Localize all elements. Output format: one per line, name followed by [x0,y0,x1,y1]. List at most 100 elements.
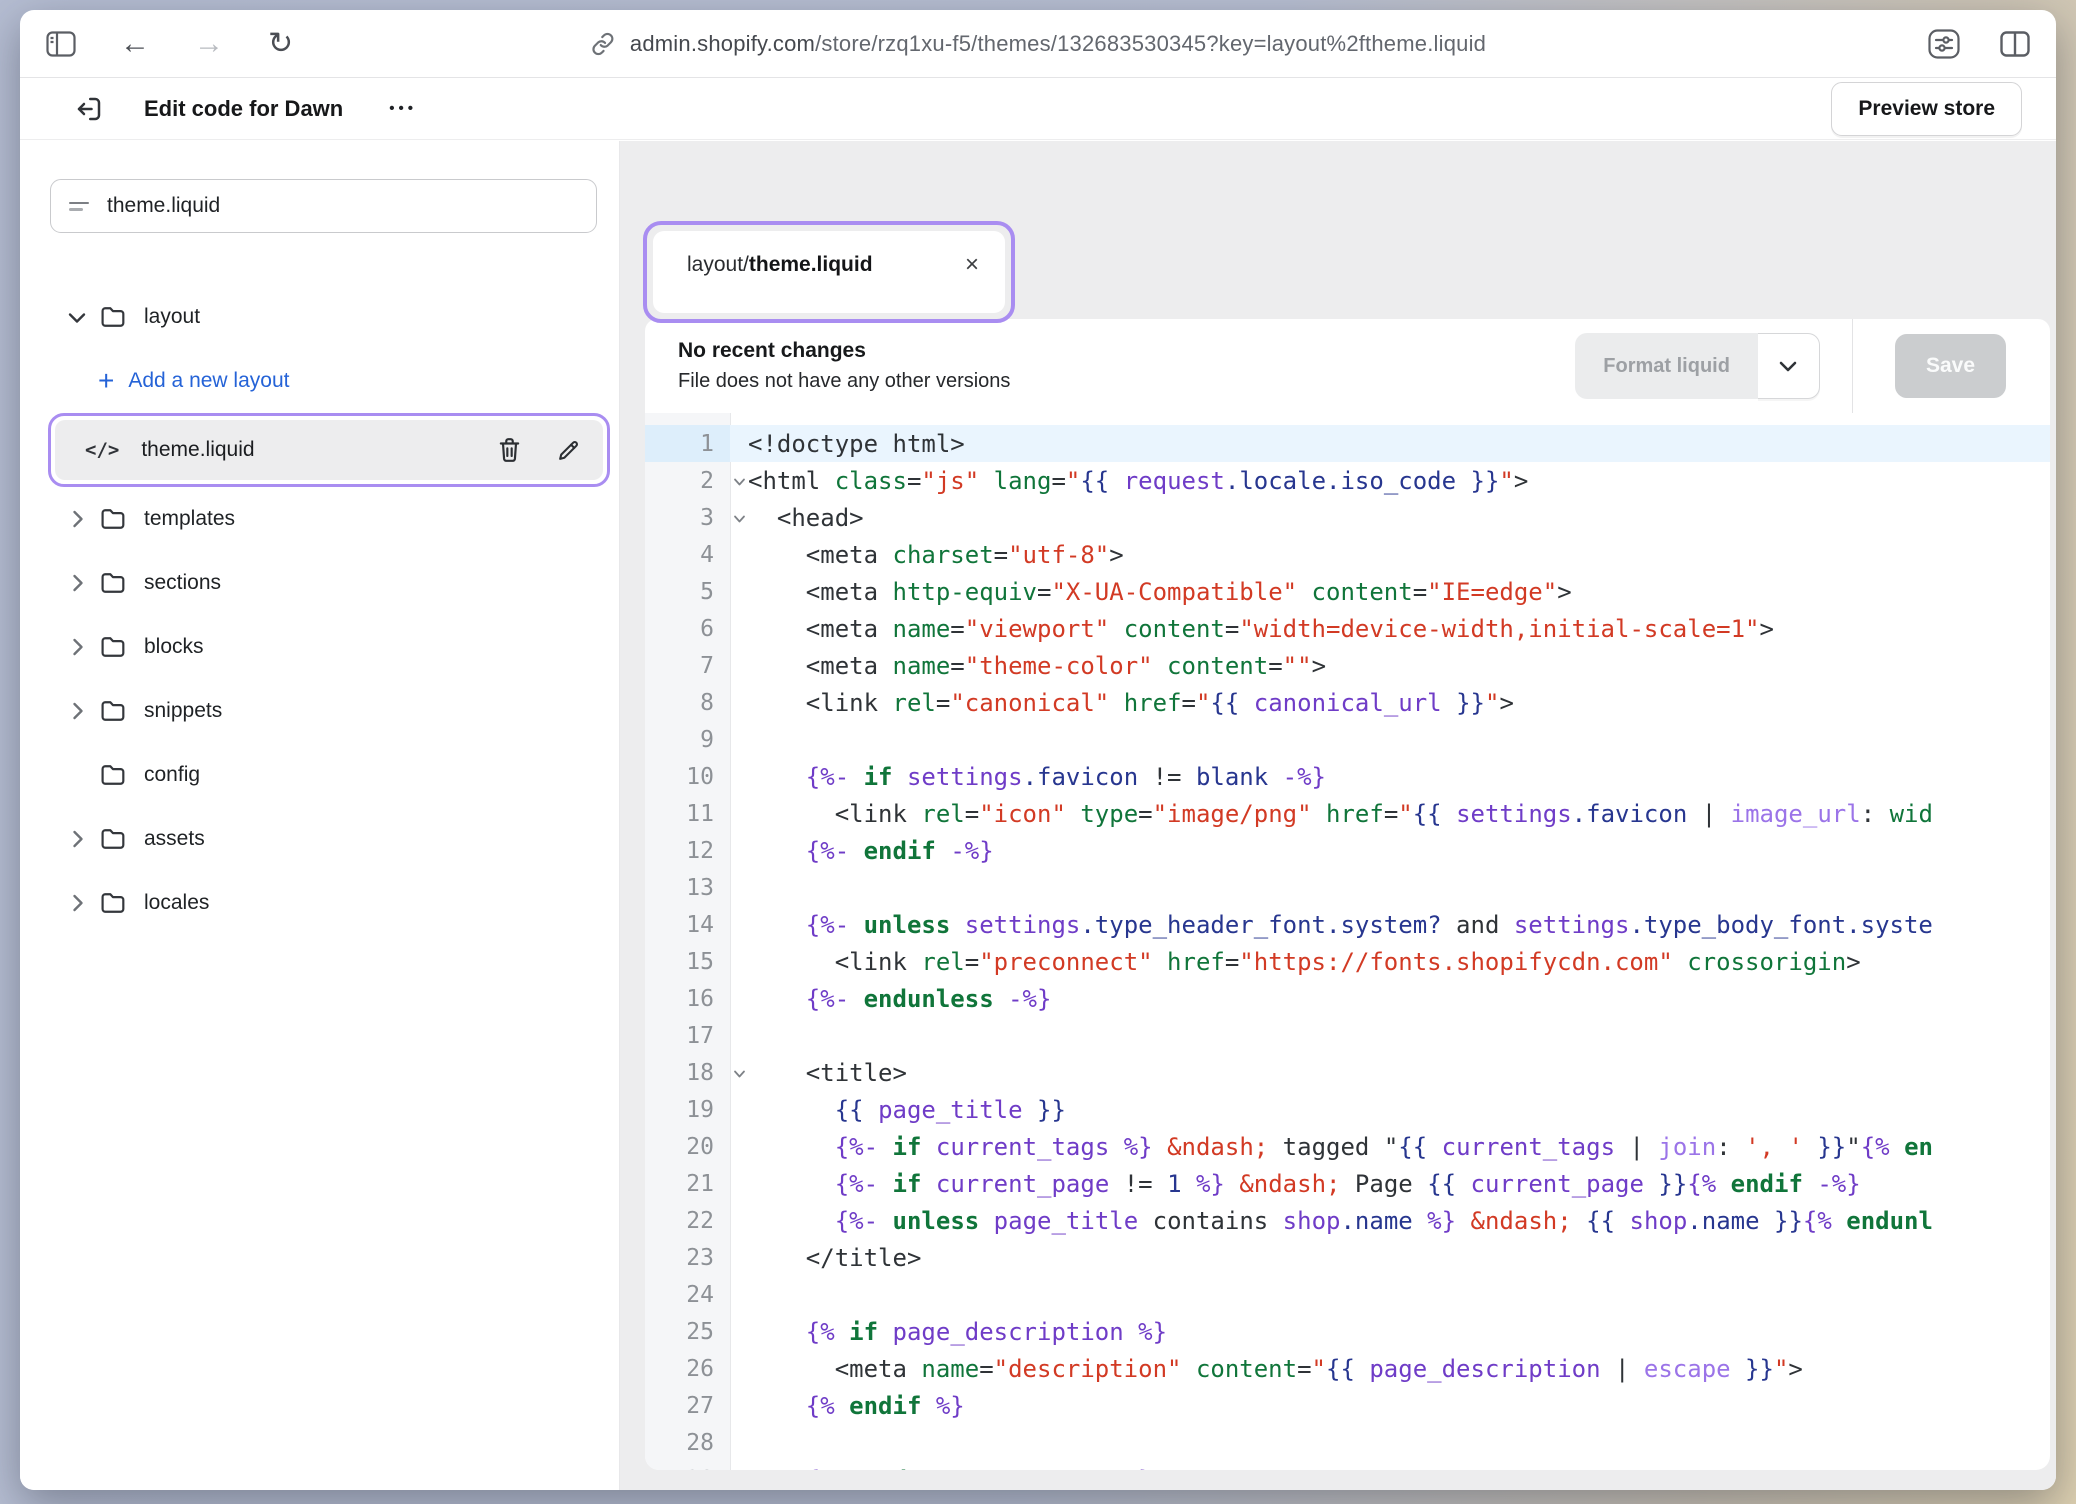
sidebar-toggle-icon[interactable] [46,31,76,57]
chevron-right-icon[interactable] [62,701,92,721]
chevron-right-icon[interactable] [62,829,92,849]
folder-icon [96,699,130,723]
status-title: No recent changes [678,339,1010,363]
sidebar-item-locales[interactable]: locales [20,871,619,935]
fold-chevron-icon[interactable] [733,1070,746,1079]
code-line-26[interactable]: 26 <meta name="description" content="{{ … [645,1350,2050,1387]
code-text: {% endif %} [730,1387,2050,1424]
exit-icon[interactable] [74,94,104,124]
line-number: 12 [645,832,730,869]
code-text: {%- unless page_title contains shop.name… [730,1202,2050,1239]
more-menu-button[interactable]: ••• [389,100,417,117]
link-icon [590,31,616,57]
code-line-22[interactable]: 22 {%- unless page_title contains shop.n… [645,1202,2050,1239]
code-line-16[interactable]: 16 {%- endunless -%} [645,980,2050,1017]
folder-icon [96,635,130,659]
file-sidebar: layout+Add a new layout </>theme.liquid te… [20,141,620,1490]
code-text: <head> [730,499,2050,536]
chevron-right-icon[interactable] [62,893,92,913]
fold-chevron-icon[interactable] [733,478,746,487]
code-line-3[interactable]: 3 <head> [645,499,2050,536]
code-line-19[interactable]: 19 {{ page_title }} [645,1091,2050,1128]
code-line-9[interactable]: 9 [645,721,2050,758]
code-line-29[interactable]: 29 {% render 'meta-tags' %} [645,1461,2050,1470]
code-text: <meta name="viewport" content="width=dev… [730,610,2050,647]
preview-store-button[interactable]: Preview store [1831,82,2022,136]
line-number: 18 [645,1054,730,1091]
code-line-10[interactable]: 10 {%- if settings.favicon != blank -%} [645,758,2050,795]
code-line-28[interactable]: 28 [645,1424,2050,1461]
filter-icon [69,202,89,211]
add-new-layout-link[interactable]: +Add a new layout [20,349,619,413]
sidebar-item-snippets[interactable]: snippets [20,679,619,743]
chevron-right-icon[interactable] [62,573,92,593]
reload-icon[interactable]: ↻ [268,29,293,59]
tab-theme-liquid[interactable]: layout/theme.liquid × [653,231,1005,313]
code-text [730,869,2050,906]
tab-close-icon[interactable]: × [965,253,979,277]
line-number: 23 [645,1239,730,1276]
code-line-18[interactable]: 18 <title> [645,1054,2050,1091]
code-line-17[interactable]: 17 [645,1017,2050,1054]
code-line-6[interactable]: 6 <meta name="viewport" content="width=d… [645,610,2050,647]
code-text: <meta name="theme-color" content=""> [730,647,2050,684]
address-bar[interactable]: admin.shopify.com/store/rzq1xu-f5/themes… [590,31,1486,57]
sidebar-item-assets[interactable]: assets [20,807,619,871]
sidebar-item-config[interactable]: config [20,743,619,807]
fold-chevron-icon[interactable] [733,515,746,524]
chevron-right-icon[interactable] [62,637,92,657]
code-line-20[interactable]: 20 {%- if current_tags %} &ndash; tagged… [645,1128,2050,1165]
sidebar-item-templates[interactable]: templates [20,487,619,551]
code-line-25[interactable]: 25 {% if page_description %} [645,1313,2050,1350]
line-number: 27 [645,1387,730,1424]
code-line-7[interactable]: 7 <meta name="theme-color" content=""> [645,647,2050,684]
back-icon[interactable]: ← [120,29,150,59]
sidebar-item-layout[interactable]: layout [20,285,619,349]
save-button[interactable]: Save [1895,334,2006,398]
line-number: 21 [645,1165,730,1202]
code-line-2[interactable]: 2<html class="js" lang="{{ request.local… [645,462,2050,499]
code-line-4[interactable]: 4 <meta charset="utf-8"> [645,536,2050,573]
code-text: <meta http-equiv="X-UA-Compatible" conte… [730,573,2050,610]
line-number: 6 [645,610,730,647]
tune-icon[interactable] [1928,29,1960,59]
chevron-right-icon[interactable] [62,509,92,529]
code-line-13[interactable]: 13 [645,869,2050,906]
url-path: /store/rzq1xu-f5/themes/132683530345?key… [815,31,1486,56]
code-line-27[interactable]: 27 {% endif %} [645,1387,2050,1424]
code-line-5[interactable]: 5 <meta http-equiv="X-UA-Compatible" con… [645,573,2050,610]
sidebar-item-theme-liquid[interactable]: </>theme.liquid [55,420,603,480]
code-text: {%- if current_tags %} &ndash; tagged "{… [730,1128,2050,1165]
code-text: <link rel="icon" type="image/png" href="… [730,795,2050,832]
folder-icon [96,305,130,329]
format-liquid-button[interactable]: Format liquid [1575,333,1758,399]
code-line-1[interactable]: 1<!doctype html> [645,425,2050,462]
status-subtitle: File does not have any other versions [678,370,1010,393]
format-liquid-dropdown[interactable] [1758,333,1820,399]
code-line-11[interactable]: 11 <link rel="icon" type="image/png" hre… [645,795,2050,832]
code-line-15[interactable]: 15 <link rel="preconnect" href="https://… [645,943,2050,980]
code-line-23[interactable]: 23 </title> [645,1239,2050,1276]
line-number: 3 [645,499,730,536]
forward-icon[interactable]: → [194,29,224,59]
line-number: 29 [645,1461,730,1470]
line-number: 28 [645,1424,730,1461]
search-input[interactable] [105,193,578,219]
sidebar-item-blocks[interactable]: blocks [20,615,619,679]
code-line-12[interactable]: 12 {%- endif -%} [645,832,2050,869]
code-line-24[interactable]: 24 [645,1276,2050,1313]
delete-file-icon[interactable] [497,437,522,463]
code-text [730,1424,2050,1461]
code-area[interactable]: 1<!doctype html>2<html class="js" lang="… [645,413,2050,1470]
rename-file-icon[interactable] [556,438,581,463]
sidebar-item-sections[interactable]: sections [20,551,619,615]
chevron-down-icon[interactable] [62,311,92,324]
code-line-14[interactable]: 14 {%- unless settings.type_header_font.… [645,906,2050,943]
split-view-icon[interactable] [2000,31,2030,57]
line-number: 2 [645,462,730,499]
code-line-21[interactable]: 21 {%- if current_page != 1 %} &ndash; P… [645,1165,2050,1202]
code-text: </title> [730,1239,2050,1276]
line-number: 15 [645,943,730,980]
file-search[interactable] [50,179,597,233]
code-line-8[interactable]: 8 <link rel="canonical" href="{{ canonic… [645,684,2050,721]
